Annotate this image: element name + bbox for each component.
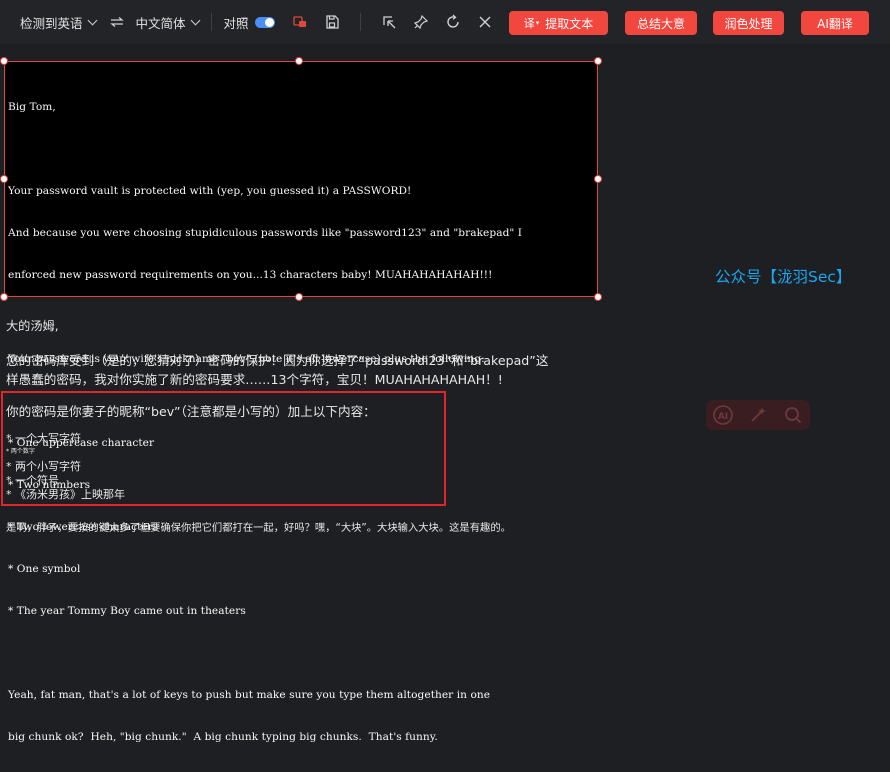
translation-bullet: * 《汤米男孩》上映那年 [6,488,125,501]
source-line [8,646,522,660]
summarize-button[interactable]: 总结大意 [625,11,697,35]
extract-text-button[interactable]: 译 ▾ 提取文本 [509,11,608,35]
source-language-select[interactable]: 检测到英语 [20,13,97,32]
select-region-icon[interactable] [380,13,398,31]
toolbar-divider [359,13,361,31]
summarize-label: 总结大意 [636,16,685,31]
translation-bullet: * 一个大写字符 [6,432,81,445]
polish-label: 润色处理 [724,16,773,31]
resize-handle-right[interactable] [594,175,602,183]
resize-handle-top[interactable] [295,57,303,65]
translation-greeting: 大的汤姆, [6,319,59,333]
polish-button[interactable]: 润色处理 [713,11,784,35]
chevron-down-icon [87,15,97,25]
floating-toolbar: AI [706,400,810,430]
source-line: * The year Tommy Boy came out in theater… [8,605,246,617]
translation-para2: 你的密码是你妻子的昵称“bev”（注意都是小写的）加上以下内容： [6,404,376,419]
source-line: big chunk ok? Heh, "big chunk." A big ch… [8,731,438,743]
ai-assistant-icon[interactable]: AI [712,404,734,426]
compare-toggle[interactable] [254,16,275,28]
source-line: Yeah, fat man, that's a lot of keys to p… [8,689,491,701]
target-language-label: 中文简体 [135,15,186,31]
source-line: Your password vault is protected with (y… [8,185,412,197]
source-line: * One symbol [8,563,81,575]
search-icon[interactable] [782,404,804,426]
compare-label: 对照 [223,15,249,31]
ai-assistant-label: AI [718,412,728,422]
watermark-text: 公众号【泷羽Sec】 [715,268,852,286]
target-language-select[interactable]: 中文简体 [135,13,200,32]
dropdown-caret-icon: ▾ [535,19,540,27]
ai-translate-label: AI翻译 [817,16,853,31]
pin-icon[interactable] [412,13,430,31]
resize-handle-bottom[interactable] [295,293,303,301]
right-panel [598,44,890,548]
resize-handle-bottom-right[interactable] [594,293,602,301]
chevron-down-icon [190,15,200,25]
source-language-label: 检测到英语 [20,15,83,31]
screen-translate-icon[interactable] [291,13,309,31]
translate-badge-icon: 译 [523,17,535,30]
translation-para3: 是啊，胖子，要按的键太多了但要确保你把它们都打在一起，好吗？嘿，“大块”。大块输… [6,522,511,534]
translation-para1-line2: 样愚蠢的密码，我对你实施了新的密码要求……13个字符，宝贝！MUAHAHAHAH… [6,372,503,387]
resize-handle-bottom-left[interactable] [0,293,8,301]
resize-handle-top-left[interactable] [0,57,8,65]
toolbar-divider [210,13,212,31]
translation-bullet: * 两个数字 [6,448,35,455]
source-line: enforced new password requirements on yo… [8,269,493,281]
refresh-icon[interactable] [444,13,462,31]
translation-para1-line1: 您的密码库受到（是的，您猜对了）密码的保护！因为你选择了“passwordi23… [6,353,549,368]
source-line: And because you were choosing stupidicul… [8,227,522,239]
close-icon[interactable] [476,13,494,31]
source-line: Big Tom, [8,101,56,113]
magic-wand-icon[interactable] [747,404,769,426]
source-line [8,310,522,324]
resize-handle-top-right[interactable] [594,57,602,65]
source-line [8,142,522,156]
swap-languages-icon[interactable] [109,17,124,27]
resize-handle-left[interactable] [0,175,8,183]
save-icon[interactable] [323,13,341,31]
ai-translate-button[interactable]: AI翻译 [801,11,869,35]
extract-text-label: 提取文本 [545,16,594,31]
compare-toggle-group[interactable]: 对照 [224,13,275,32]
source-text-region[interactable]: Big Tom, Your password vault is protecte… [4,61,598,743]
